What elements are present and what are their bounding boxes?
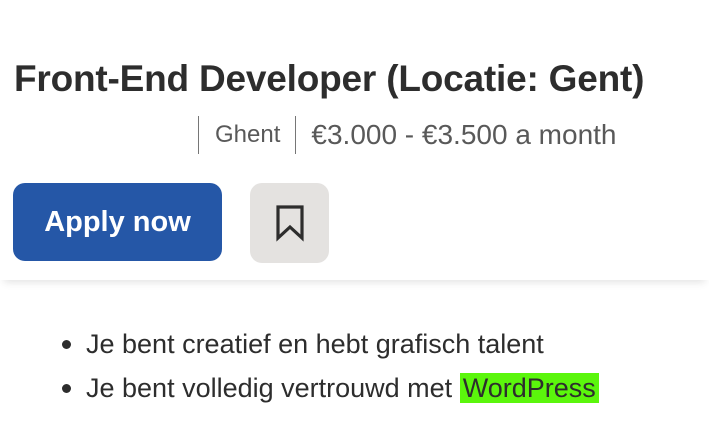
job-salary: €3.000 - €3.500 a month xyxy=(311,119,617,150)
save-job-button[interactable] xyxy=(250,183,329,263)
bookmark-icon xyxy=(275,205,304,242)
list-item: Je bent volledig vertrouwd met WordPress xyxy=(62,366,599,410)
job-title: Front-End Developer (Locatie: Gent) xyxy=(14,57,645,99)
highlighted-keyword: WordPress xyxy=(459,373,599,403)
job-description: Je bent creatief en hebt grafisch talent… xyxy=(0,290,709,423)
job-location: Ghent xyxy=(215,121,281,148)
apply-now-button[interactable]: Apply now xyxy=(13,183,222,261)
list-item-text: Je bent volledig vertrouwd met xyxy=(86,373,460,403)
requirements-list: Je bent creatief en hebt grafisch talent… xyxy=(62,322,599,410)
list-item: Je bent creatief en hebt grafisch talent xyxy=(62,322,599,366)
job-header: Front-End Developer (Locatie: Gent) Ghen… xyxy=(0,0,709,280)
job-meta: Ghent €3.000 - €3.500 a month xyxy=(198,115,617,155)
